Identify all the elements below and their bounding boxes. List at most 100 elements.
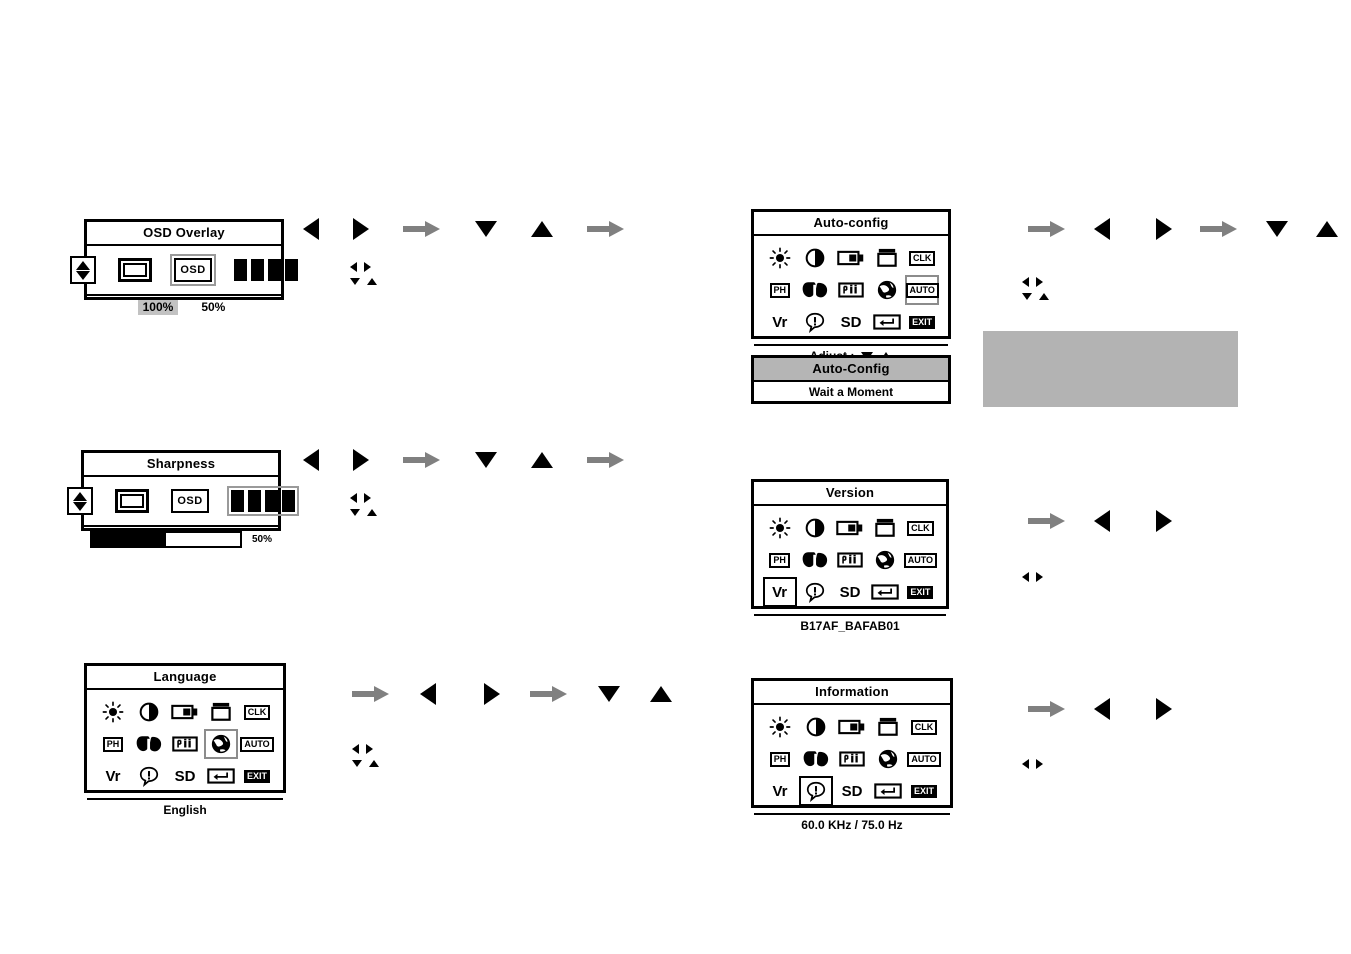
language-globe-icon[interactable] [868,545,902,575]
right-small-arrow-icon [1036,572,1043,582]
language-globe-icon[interactable] [871,744,905,774]
language-footer: English [87,798,283,821]
down-arrow-icon [475,452,497,468]
clock-icon[interactable]: CLK [907,712,941,742]
color-icon[interactable] [798,545,832,575]
color-icon[interactable] [799,744,833,774]
osd-icon-grid: CLK PH AUTO Vr SD EXIT [754,506,946,614]
horizontal-position-icon[interactable] [835,712,869,742]
version-icon[interactable]: Vr [96,761,130,791]
left-arrow-icon [420,683,436,705]
information-icon[interactable] [798,577,832,607]
language-body: CLK PH AUTO Vr SD EXIT [87,690,283,798]
brightness-icon[interactable] [763,513,797,543]
reset-enter-icon[interactable] [204,761,238,791]
version-key-hint-lr [1022,572,1043,582]
phase-icon[interactable]: PH [763,545,797,575]
osd-icon[interactable]: OSD [170,254,216,287]
sharpness-bars-icon[interactable] [230,255,302,285]
up-small-arrow-icon [367,509,377,516]
exit-icon[interactable]: EXIT [907,776,941,806]
phase-icon[interactable]: PH [763,744,797,774]
reset-enter-icon[interactable] [871,776,905,806]
screen-icon[interactable] [111,485,153,517]
vertical-position-icon[interactable] [868,513,902,543]
auto-config-icon[interactable]: AUTO [905,275,940,306]
right-arrow-icon [1156,218,1172,240]
screen-icon[interactable] [114,254,156,286]
sharpness-body: OSD [67,477,299,525]
left-small-arrow-icon [350,262,357,272]
osd-icon-grid: CLK PH AUTO Vr SD EXIT [754,236,948,344]
osd-overlay-value-50[interactable]: 50% [196,300,230,315]
osd-icon[interactable]: OSD [167,485,213,517]
brightness-icon[interactable] [96,697,130,727]
size-icon[interactable] [833,545,867,575]
gray-right-arrow-icon-2 [587,220,625,238]
left-small-arrow-icon [1022,277,1029,287]
size-icon[interactable] [834,275,868,305]
auto-config-icon[interactable]: AUTO [240,729,274,759]
exit-icon[interactable]: EXIT [903,577,937,607]
contrast-icon[interactable] [132,697,166,727]
information-icon[interactable] [132,761,166,791]
information-icon[interactable] [798,307,832,337]
information-body: CLK PH AUTO Vr SD EXIT [754,705,950,813]
sd-icon[interactable]: SD [833,577,867,607]
exit-icon[interactable]: EXIT [240,761,274,791]
contrast-icon[interactable] [798,513,832,543]
language-globe-icon[interactable] [870,275,904,305]
horizontal-position-icon[interactable] [168,697,202,727]
sharpness-bars-icon[interactable] [227,486,299,517]
gray-right-arrow-icon-2 [530,685,568,703]
contrast-icon[interactable] [799,712,833,742]
auto-config-icon[interactable]: AUTO [903,545,938,575]
sharpness-slider[interactable] [90,531,242,549]
version-icon[interactable]: Vr [763,307,797,337]
auto-config-wait-message: Wait a Moment [808,385,894,400]
brightness-icon[interactable] [763,243,797,273]
right-small-arrow-icon [366,744,373,754]
sd-icon[interactable]: SD [168,761,202,791]
information-icon[interactable] [799,776,833,807]
contrast-icon[interactable] [798,243,832,273]
version-title: Version [754,482,946,507]
version-icon[interactable]: Vr [762,577,797,608]
size-icon[interactable] [168,729,202,759]
color-icon[interactable] [132,729,166,759]
size-icon[interactable] [835,744,869,774]
clock-icon[interactable]: CLK [240,697,274,727]
reset-enter-icon[interactable] [870,307,904,337]
auto-config-wait-title: Auto-Config [754,358,948,383]
information-footer: 60.0 KHz / 75.0 Hz [754,813,950,836]
vertical-position-icon[interactable] [870,243,904,273]
version-icon[interactable]: Vr [763,776,797,806]
updown-arrows-icon[interactable] [63,483,97,519]
phase-icon[interactable]: PH [96,729,130,759]
osd-overlay-value-100[interactable]: 100% [137,300,179,316]
language-globe-icon[interactable] [204,729,238,760]
horizontal-position-icon[interactable] [833,513,867,543]
clock-icon[interactable]: CLK [903,513,937,543]
gray-right-arrow-icon-2 [1200,220,1238,238]
phase-icon[interactable]: PH [763,275,797,305]
manual-page: OSD Overlay OSD 100% 50% Sharpness OSD 5… [0,0,1351,954]
brightness-icon[interactable] [763,712,797,742]
left-arrow-icon [1094,218,1110,240]
auto-config-icon[interactable]: AUTO [907,744,941,774]
right-arrow-icon [1156,510,1172,532]
vertical-position-icon[interactable] [204,697,238,727]
sd-icon[interactable]: SD [835,776,869,806]
horizontal-position-icon[interactable] [834,243,868,273]
clock-icon[interactable]: CLK [905,243,939,273]
language-key-hint-ud [352,760,379,767]
vertical-position-icon[interactable] [871,712,905,742]
color-icon[interactable] [798,275,832,305]
osd-overlay-values: 100% 50% [87,294,281,319]
exit-icon[interactable]: EXIT [905,307,939,337]
up-arrow-icon [1316,221,1338,237]
sd-icon[interactable]: SD [834,307,868,337]
updown-arrows-icon[interactable] [66,252,100,288]
left-arrow-icon [1094,510,1110,532]
reset-enter-icon[interactable] [868,577,902,607]
